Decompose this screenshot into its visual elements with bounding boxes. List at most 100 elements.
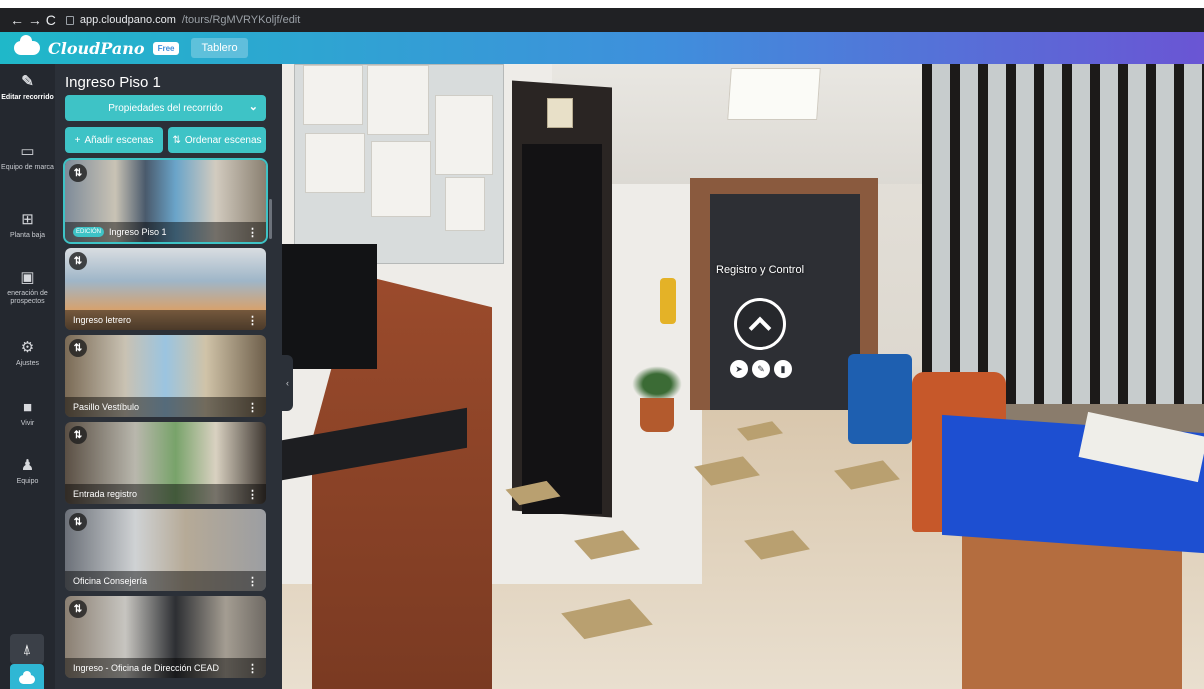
scene-label-bar: Ingreso letrero ⋮ <box>65 310 266 330</box>
scene-card[interactable]: ⇅ Entrada registro ⋮ <box>65 422 266 504</box>
plant-pot <box>640 398 674 432</box>
cloud-icon <box>19 670 35 684</box>
url-host: app.cloudpano.com <box>79 14 176 26</box>
scene-name: Entrada registro <box>73 489 138 499</box>
rail-item-label: Editar recorrido <box>1 94 54 101</box>
sort-scenes-button[interactable]: ⇅ Ordenar escenas <box>168 127 266 153</box>
delete-hotspot-button[interactable]: ▮ <box>774 360 792 378</box>
rail-item-label: Planta baja <box>9 232 46 239</box>
browser-toolbar: ← → C app.cloudpano.com/tours/RgMVRYKolj… <box>0 8 1204 32</box>
drag-handle-icon[interactable]: ⇅ <box>69 164 87 182</box>
hotspot-tools: ➤ ✎ ▮ <box>730 360 792 378</box>
url-path: /tours/RgMVRYKoljf/edit <box>181 14 301 26</box>
rail-item-label: Vivir <box>20 420 35 427</box>
lock-icon <box>65 15 74 25</box>
edit-icon: ✎ <box>757 363 765 374</box>
add-scenes-button[interactable]: + Añadir escenas <box>65 127 163 153</box>
rail-item-edit-tour[interactable]: ✎ Editar recorrido <box>0 74 55 102</box>
scene-label-bar: Oficina Consejería ⋮ <box>65 571 266 591</box>
gear-icon: ⚙ <box>20 339 35 356</box>
plus-icon: + <box>74 134 81 146</box>
hotspot-label: Registro y Control <box>716 264 805 276</box>
video-icon: ■ <box>22 399 33 416</box>
editing-badge: EDICIÓN <box>73 227 105 237</box>
rail-item-live[interactable]: ■ Vivir <box>0 400 55 428</box>
kebab-menu-icon[interactable]: ⋮ <box>247 226 258 239</box>
kebab-menu-icon[interactable]: ⋮ <box>247 314 258 327</box>
scene-card[interactable]: ⇅ Oficina Consejería ⋮ <box>65 509 266 591</box>
scene-card[interactable]: ⇅ Ingreso - Oficina de Dirección CEAD ⋮ <box>65 596 266 678</box>
scene-name: Ingreso Piso 1 <box>109 227 167 237</box>
scene-card[interactable]: ⇅ Pasillo Vestíbulo ⋮ <box>65 335 266 417</box>
drag-handle-icon[interactable]: ⇅ <box>69 252 87 270</box>
rail-item-team[interactable]: ♟ Equipo <box>0 458 55 486</box>
computer-monitor <box>282 244 377 369</box>
scene-card[interactable]: ⇅ EDICIÓN Ingreso Piso 1 ⋮ <box>63 158 268 244</box>
leads-icon: ▣ <box>20 269 35 286</box>
rail-item-brand-team[interactable]: ▭ Equipo de marca <box>0 144 55 172</box>
browser-nav-buttons[interactable]: ← → C <box>10 12 56 28</box>
scene-label-bar: Entrada registro ⋮ <box>65 484 266 504</box>
sort-icon: ⇅ <box>172 134 181 146</box>
kebab-menu-icon[interactable]: ⋮ <box>247 488 258 501</box>
trash-icon: ▮ <box>780 363 786 374</box>
scene-name: Ingreso - Oficina de Dirección CEAD <box>73 663 220 673</box>
scenes-panel: Ingreso Piso 1 Propiedades del recorrido… <box>55 64 282 689</box>
door <box>522 144 602 514</box>
left-nav-rail: ✎ Editar recorrido ▭ Equipo de marca ⊞ P… <box>0 64 55 689</box>
scene-name: Ingreso letrero <box>73 315 132 325</box>
ceiling-light <box>727 68 821 120</box>
chevron-up-icon <box>748 316 772 340</box>
drag-handle-icon[interactable]: ⇅ <box>69 339 87 357</box>
rail-item-lead-generation[interactable]: ▣ eneración de prospectos <box>0 270 55 306</box>
drag-handle-icon[interactable]: ⇅ <box>69 600 87 618</box>
add-scenes-label: Añadir escenas <box>84 134 154 146</box>
move-hotspot-button[interactable]: ➤ <box>730 360 748 378</box>
sort-scenes-label: Ordenar escenas <box>184 134 262 146</box>
cloudpano-home-button[interactable] <box>10 664 44 689</box>
tour-properties-dropdown[interactable]: Propiedades del recorrido ⌄ <box>65 95 266 121</box>
scene-label-bar: Pasillo Vestíbulo ⋮ <box>65 397 266 417</box>
address-bar[interactable]: app.cloudpano.com/tours/RgMVRYKoljf/edit <box>65 14 301 26</box>
scene-label-bar: EDICIÓN Ingreso Piso 1 ⋮ <box>65 222 266 242</box>
panorama-viewer[interactable]: Registro y Control ➤ ✎ ▮ <box>282 64 1204 689</box>
edit-icon: ✎ <box>21 73 34 90</box>
team-icon: ♟ <box>20 457 35 474</box>
kebab-menu-icon[interactable]: ⋮ <box>247 401 258 414</box>
kebab-menu-icon[interactable]: ⋮ <box>247 575 258 588</box>
blue-chair <box>848 354 912 444</box>
briefcase-icon: ▭ <box>20 143 35 160</box>
cloud-logo-icon <box>14 35 40 55</box>
chevron-left-icon: ‹ <box>286 378 289 388</box>
app-header: CloudPano Free Tablero <box>0 32 1204 64</box>
tour-title: Ingreso Piso 1 <box>65 74 161 91</box>
panel-scrollbar[interactable] <box>269 199 272 239</box>
scene-name: Oficina Consejería <box>73 576 148 586</box>
edit-hotspot-button[interactable]: ✎ <box>752 360 770 378</box>
scene-name: Pasillo Vestíbulo <box>73 402 140 412</box>
kebab-menu-icon[interactable]: ⋮ <box>247 662 258 675</box>
app-screen: ← → C app.cloudpano.com/tours/RgMVRYKolj… <box>0 0 1204 689</box>
rail-item-label: Ajustes <box>16 360 39 367</box>
door-plaque <box>547 98 573 128</box>
navigate-icon: ➤ <box>735 363 743 374</box>
tour-properties-label: Propiedades del recorrido <box>108 102 223 114</box>
rail-item-floor-plan[interactable]: ⊞ Planta baja <box>0 212 55 240</box>
rail-item-label: Equipo de marca <box>1 164 54 171</box>
drag-handle-icon[interactable]: ⇅ <box>69 513 87 531</box>
notice-board <box>294 64 504 264</box>
collapse-panel-button[interactable]: ‹ <box>282 355 293 411</box>
tripod-button[interactable]: ⍋ <box>10 634 44 664</box>
dashboard-button[interactable]: Tablero <box>191 38 248 58</box>
scene-label-bar: Ingreso - Oficina de Dirección CEAD ⋮ <box>65 658 266 678</box>
tripod-icon: ⍋ <box>22 640 32 657</box>
rail-item-settings[interactable]: ⚙ Ajustes <box>0 340 55 368</box>
chevron-down-icon: ⌄ <box>248 101 258 113</box>
scene-card[interactable]: ⇅ Ingreso letrero ⋮ <box>65 248 266 330</box>
plant <box>632 366 682 402</box>
floorplan-icon: ⊞ <box>21 211 34 228</box>
drag-handle-icon[interactable]: ⇅ <box>69 426 87 444</box>
navigation-hotspot[interactable] <box>734 298 786 350</box>
brand-logo[interactable]: CloudPano <box>48 39 145 58</box>
rail-item-label: Equipo <box>16 478 39 485</box>
